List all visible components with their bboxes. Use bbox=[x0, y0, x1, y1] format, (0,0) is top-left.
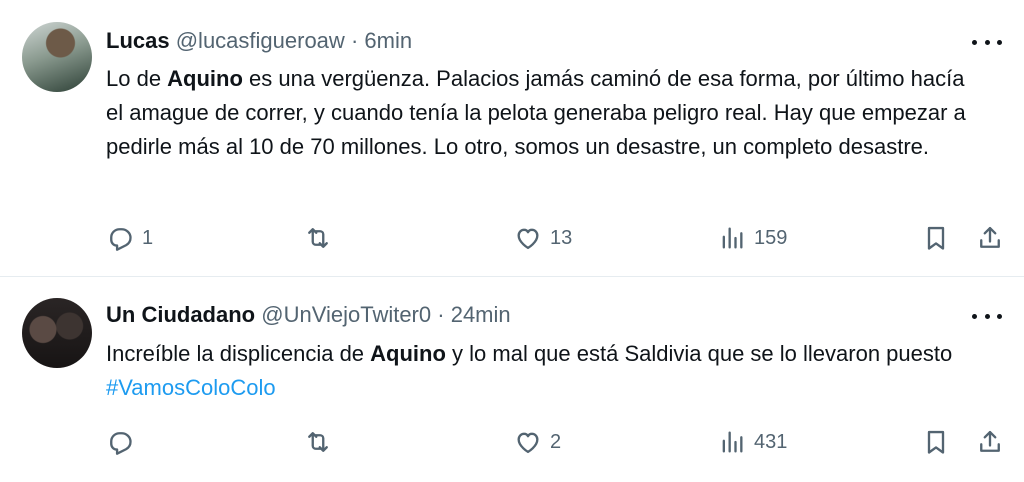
heart-icon bbox=[517, 228, 539, 250]
views-count: 431 bbox=[754, 430, 788, 453]
views-button[interactable]: 431 bbox=[718, 427, 787, 457]
separator: · bbox=[350, 28, 359, 53]
action-bar: 1 13 159 bbox=[106, 223, 1002, 253]
retweet-button[interactable] bbox=[304, 427, 340, 457]
reply-button[interactable]: 1 bbox=[106, 223, 153, 253]
like-count: 13 bbox=[550, 226, 573, 249]
share-icon bbox=[980, 226, 1000, 248]
reply-icon bbox=[110, 432, 132, 455]
text-segment: Lo de bbox=[106, 66, 168, 91]
bookmark-button[interactable] bbox=[922, 223, 950, 253]
tweet-header: Lucas @lucasfigueroaw · 6min bbox=[106, 27, 412, 55]
text-bold: Aquino bbox=[167, 66, 243, 91]
reply-button[interactable] bbox=[106, 427, 142, 457]
reply-icon bbox=[110, 228, 132, 251]
share-button[interactable] bbox=[976, 427, 1004, 457]
text-segment: Increíble la displicencia de bbox=[106, 341, 371, 366]
author-handle[interactable]: @lucasfigueroaw bbox=[176, 28, 345, 53]
text-segment: y lo mal que está Saldivia que se lo lle… bbox=[445, 341, 965, 366]
more-icon[interactable] bbox=[972, 32, 1002, 52]
tweet[interactable]: Un Ciudadano @UnViejoTwiter0 · 24min Inc… bbox=[0, 277, 1024, 482]
separator: · bbox=[437, 302, 445, 327]
avatar[interactable] bbox=[22, 298, 92, 368]
more-icon[interactable] bbox=[972, 306, 1002, 326]
text-bold: Aquino bbox=[370, 341, 446, 366]
tweet[interactable]: Lucas @lucasfigueroaw · 6min Lo de Aquin… bbox=[0, 0, 1024, 277]
bookmark-icon bbox=[927, 430, 945, 454]
tweet-header: Un Ciudadano @UnViejoTwiter0 · 24min bbox=[106, 301, 511, 329]
retweet-button[interactable] bbox=[304, 223, 340, 253]
views-button[interactable]: 159 bbox=[718, 223, 787, 253]
like-button[interactable]: 2 bbox=[514, 427, 561, 457]
hashtag-link[interactable]: #VamosColoColo bbox=[106, 375, 276, 400]
share-icon bbox=[980, 430, 1000, 452]
tweet-text: Lo de Aquino es una vergüenza. Palacios … bbox=[106, 62, 986, 164]
like-button[interactable]: 13 bbox=[514, 223, 572, 253]
action-bar: 2 431 bbox=[106, 427, 1002, 457]
like-count: 2 bbox=[550, 430, 562, 453]
reply-count: 1 bbox=[142, 226, 154, 249]
avatar[interactable] bbox=[22, 22, 92, 92]
author-name[interactable]: Lucas bbox=[106, 28, 170, 53]
heart-icon bbox=[517, 432, 539, 454]
views-icon bbox=[722, 227, 743, 249]
retweet-icon bbox=[308, 228, 328, 248]
timestamp[interactable]: 6min bbox=[364, 28, 412, 53]
tweet-text: Increíble la displicencia de Aquino y lo… bbox=[106, 337, 986, 405]
views-count: 159 bbox=[754, 226, 788, 249]
views-icon bbox=[722, 431, 743, 453]
author-name[interactable]: Un Ciudadano bbox=[106, 302, 255, 327]
timestamp[interactable]: 24min bbox=[451, 302, 511, 327]
bookmark-icon bbox=[927, 226, 945, 250]
retweet-icon bbox=[308, 432, 328, 452]
author-handle[interactable]: @UnViejoTwiter0 bbox=[261, 302, 431, 327]
share-button[interactable] bbox=[976, 223, 1004, 253]
bookmark-button[interactable] bbox=[922, 427, 950, 457]
